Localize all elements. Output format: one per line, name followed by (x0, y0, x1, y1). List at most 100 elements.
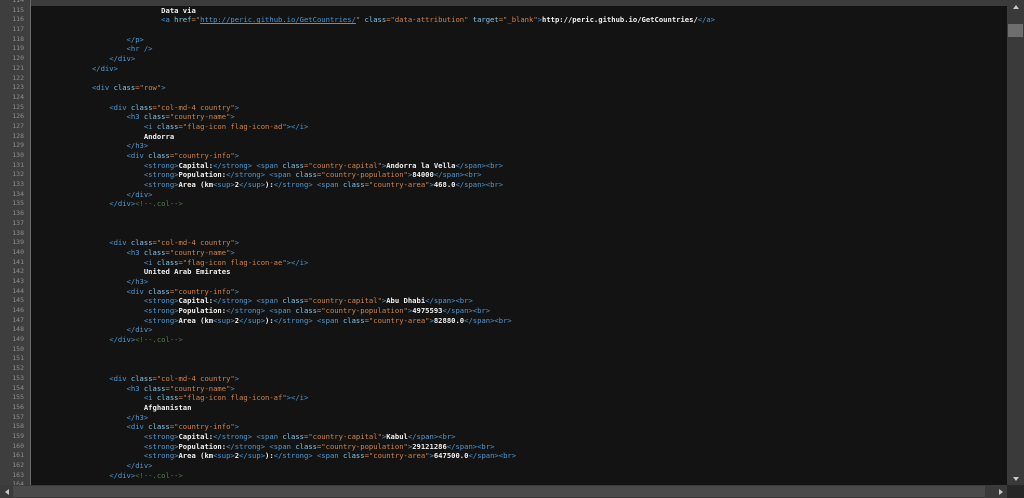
line-number: 117 (0, 25, 24, 35)
code-line: 153 <div class="col-md-4 country"> (0, 374, 1007, 384)
code-line: 122 (0, 74, 1007, 84)
line-number: 157 (0, 413, 24, 423)
code-line: 127 <i class="flag-icon flag-icon-ad"></… (0, 122, 1007, 132)
code-text: </div> (40, 190, 153, 200)
code-line: 142 United Arab Emirates (0, 267, 1007, 277)
vertical-scrollbar-thumb[interactable] (1008, 24, 1023, 37)
code-content[interactable]: 114115 Data via116 <a href="http://peric… (0, 0, 1007, 490)
code-line: 155 <i class="flag-icon flag-icon-af"></… (0, 393, 1007, 403)
code-line: 157 </h3> (0, 413, 1007, 423)
code-line: 131 <strong>Capital:</strong> <span clas… (0, 161, 1007, 171)
line-number: 138 (0, 229, 24, 239)
scroll-down-button[interactable] (1007, 472, 1024, 485)
code-line: 158 <div class="country-info"> (0, 422, 1007, 432)
code-line: 139 <div class="col-md-4 country"> (0, 238, 1007, 248)
line-number: 154 (0, 384, 24, 394)
line-number: 146 (0, 306, 24, 316)
code-text: Data via (40, 6, 196, 16)
line-number: 132 (0, 170, 24, 180)
code-line: 125 <div class="col-md-4 country"> (0, 103, 1007, 113)
line-number: 131 (0, 161, 24, 171)
code-line: 117 (0, 25, 1007, 35)
line-number: 162 (0, 461, 24, 471)
code-text: <div class="col-md-4 country"> (40, 103, 239, 113)
code-text: <h3 class="country-name"> (40, 112, 235, 122)
right-arrow-icon (999, 489, 1003, 495)
left-arrow-icon (5, 489, 9, 495)
line-number: 158 (0, 422, 24, 432)
scroll-right-button[interactable] (994, 485, 1007, 498)
vertical-scrollbar[interactable] (1007, 0, 1024, 485)
code-text: <strong>Capital:</strong> <span class="c… (40, 296, 473, 306)
code-line: 156 Afghanistan (0, 403, 1007, 413)
code-line: 124 (0, 93, 1007, 103)
line-number: 163 (0, 471, 24, 481)
line-number: 155 (0, 393, 24, 403)
code-text: Afghanistan (40, 403, 191, 413)
code-text: <h3 class="country-name"> (40, 384, 235, 394)
code-line: 121 </div> (0, 64, 1007, 74)
code-text: </div> (40, 54, 135, 64)
code-text: </div><!--.col--> (40, 471, 183, 481)
line-number: 144 (0, 287, 24, 297)
code-line: 152 (0, 364, 1007, 374)
line-number: 129 (0, 141, 24, 151)
code-text: <i class="flag-icon flag-icon-ad"></i> (40, 122, 308, 132)
code-line: 138 (0, 229, 1007, 239)
line-number: 124 (0, 93, 24, 103)
scroll-left-button[interactable] (0, 485, 13, 498)
code-line: 137 (0, 219, 1007, 229)
line-number: 151 (0, 354, 24, 364)
horizontal-scrollbar-thumb[interactable] (13, 486, 985, 497)
code-text: <h3 class="country-name"> (40, 248, 235, 258)
code-text: <strong>Population:</strong> <span class… (40, 306, 490, 316)
code-text: Andorra (40, 132, 174, 142)
code-text: <div class="col-md-4 country"> (40, 374, 239, 384)
code-line: 162 </div> (0, 461, 1007, 471)
code-text: <strong>Capital:</strong> <span class="c… (40, 161, 503, 171)
code-line: 119 <hr /> (0, 44, 1007, 54)
code-text: </div><!--.col--> (40, 335, 183, 345)
down-arrow-icon (1013, 477, 1019, 481)
code-text: </div><!--.col--> (40, 199, 183, 209)
code-line: 161 <strong>Area (km<sup>2</sup>):</stro… (0, 451, 1007, 461)
scrollbar-corner (1007, 485, 1024, 498)
code-text: <a href="http://peric.github.io/GetCount… (40, 15, 715, 25)
scroll-up-button[interactable] (1007, 0, 1024, 13)
code-text: </div> (40, 64, 118, 74)
code-text: <i class="flag-icon flag-icon-af"></i> (40, 393, 308, 403)
code-editor: 114115 Data via116 <a href="http://peric… (0, 0, 1024, 498)
line-number: 125 (0, 103, 24, 113)
code-line: 148 </div> (0, 325, 1007, 335)
line-number: 147 (0, 316, 24, 326)
code-text: </h3> (40, 141, 148, 151)
code-text: </h3> (40, 277, 148, 287)
line-number: 141 (0, 258, 24, 268)
code-line: 130 <div class="country-info"> (0, 151, 1007, 161)
code-text: <div class="country-info"> (40, 151, 239, 161)
code-line: 149 </div><!--.col--> (0, 335, 1007, 345)
line-number: 145 (0, 296, 24, 306)
code-text: </div> (40, 461, 153, 471)
code-text: </div> (40, 325, 153, 335)
line-number: 118 (0, 35, 24, 45)
code-line: 145 <strong>Capital:</strong> <span clas… (0, 296, 1007, 306)
code-line: 143 </h3> (0, 277, 1007, 287)
code-text: <strong>Capital:</strong> <span class="c… (40, 432, 455, 442)
line-number: 160 (0, 442, 24, 452)
code-text: </h3> (40, 413, 148, 423)
line-number: 115 (0, 6, 24, 16)
code-text: </p> (40, 35, 144, 45)
code-line: 147 <strong>Area (km<sup>2</sup>):</stro… (0, 316, 1007, 326)
line-number: 133 (0, 180, 24, 190)
code-line: 123 <div class="row"> (0, 83, 1007, 93)
code-line: 126 <h3 class="country-name"> (0, 112, 1007, 122)
code-line: 151 (0, 354, 1007, 364)
line-number: 149 (0, 335, 24, 345)
line-number: 120 (0, 54, 24, 64)
code-line: 133 <strong>Area (km<sup>2</sup>):</stro… (0, 180, 1007, 190)
line-number: 128 (0, 132, 24, 142)
line-number: 143 (0, 277, 24, 287)
horizontal-scrollbar[interactable] (0, 485, 1007, 498)
line-number: 148 (0, 325, 24, 335)
